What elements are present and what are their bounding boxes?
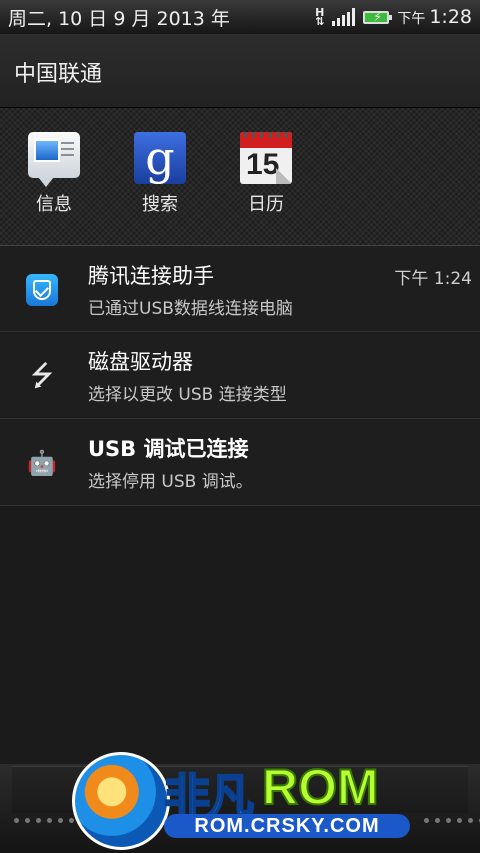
quick-app-calendar[interactable]: 15 日历 xyxy=(226,132,306,216)
notification-subtitle: 已通过USB数据线连接电脑 xyxy=(88,299,293,319)
logo-emblem-icon xyxy=(72,752,170,850)
status-date: 周二, 10 日 9 月 2013 年 xyxy=(8,7,230,30)
notification-title: USB 调试已连接 xyxy=(88,437,249,461)
status-clock: 下午 1:28 xyxy=(397,6,472,28)
quick-app-label: 搜索 xyxy=(142,194,178,215)
signal-icon xyxy=(332,8,356,26)
notification-empty-area xyxy=(0,506,480,764)
handle-dots-right xyxy=(424,818,480,823)
quick-app-search[interactable]: g 搜索 xyxy=(120,132,200,216)
logo-brand-rom: ROM xyxy=(261,758,380,816)
notification-usb-debug[interactable]: 🤖 USB 调试已连接 选择停用 USB 调试。 xyxy=(0,419,480,506)
notification-title: 腾讯连接助手 xyxy=(88,264,214,288)
calendar-icon: 15 xyxy=(240,132,292,184)
notification-title: 磁盘驱动器 xyxy=(88,350,193,374)
status-icons: H ⇅ ⚡ 下午 1:28 xyxy=(315,6,472,28)
quick-apps-bar: 信息 g 搜索 15 日历 xyxy=(0,108,480,246)
carrier-name: 中国联通 xyxy=(14,62,103,87)
usb-icon: ⭍ xyxy=(30,359,54,392)
google-search-icon: g xyxy=(134,132,186,184)
handle-dots-left xyxy=(14,818,74,823)
notification-tencent[interactable]: 腾讯连接助手 已通过USB数据线连接电脑 下午 1:24 xyxy=(0,246,480,332)
android-debug-icon: 🤖 xyxy=(27,449,57,477)
tencent-connect-icon xyxy=(24,272,60,308)
notification-time: 下午 1:24 xyxy=(394,269,472,289)
carrier-header: 中国联通 xyxy=(0,34,480,108)
notification-subtitle: 选择以更改 USB 连接类型 xyxy=(88,385,287,405)
notification-disk-drive[interactable]: ⭍ 磁盘驱动器 选择以更改 USB 连接类型 xyxy=(0,332,480,419)
data-arrows-icon: ⇅ xyxy=(315,15,325,28)
time-period: 下午 xyxy=(397,11,426,27)
time-value: 1:28 xyxy=(429,6,472,28)
quick-app-label: 信息 xyxy=(36,194,72,215)
battery-charging-icon: ⚡ xyxy=(363,10,393,24)
status-bar: 周二, 10 日 9 月 2013 年 H ⇅ ⚡ 下午 1:28 xyxy=(0,0,480,34)
network-h-icon: H ⇅ xyxy=(315,7,325,28)
quick-app-messages[interactable]: 信息 xyxy=(14,132,94,216)
calendar-day: 15 xyxy=(246,148,280,181)
quick-app-label: 日历 xyxy=(248,194,284,215)
notification-subtitle: 选择停用 USB 调试。 xyxy=(88,472,253,492)
watermark-logo: 非凡 ROM ROM.CRSKY.COM xyxy=(68,742,418,850)
messages-icon xyxy=(28,132,80,187)
logo-url: ROM.CRSKY.COM xyxy=(164,814,410,838)
